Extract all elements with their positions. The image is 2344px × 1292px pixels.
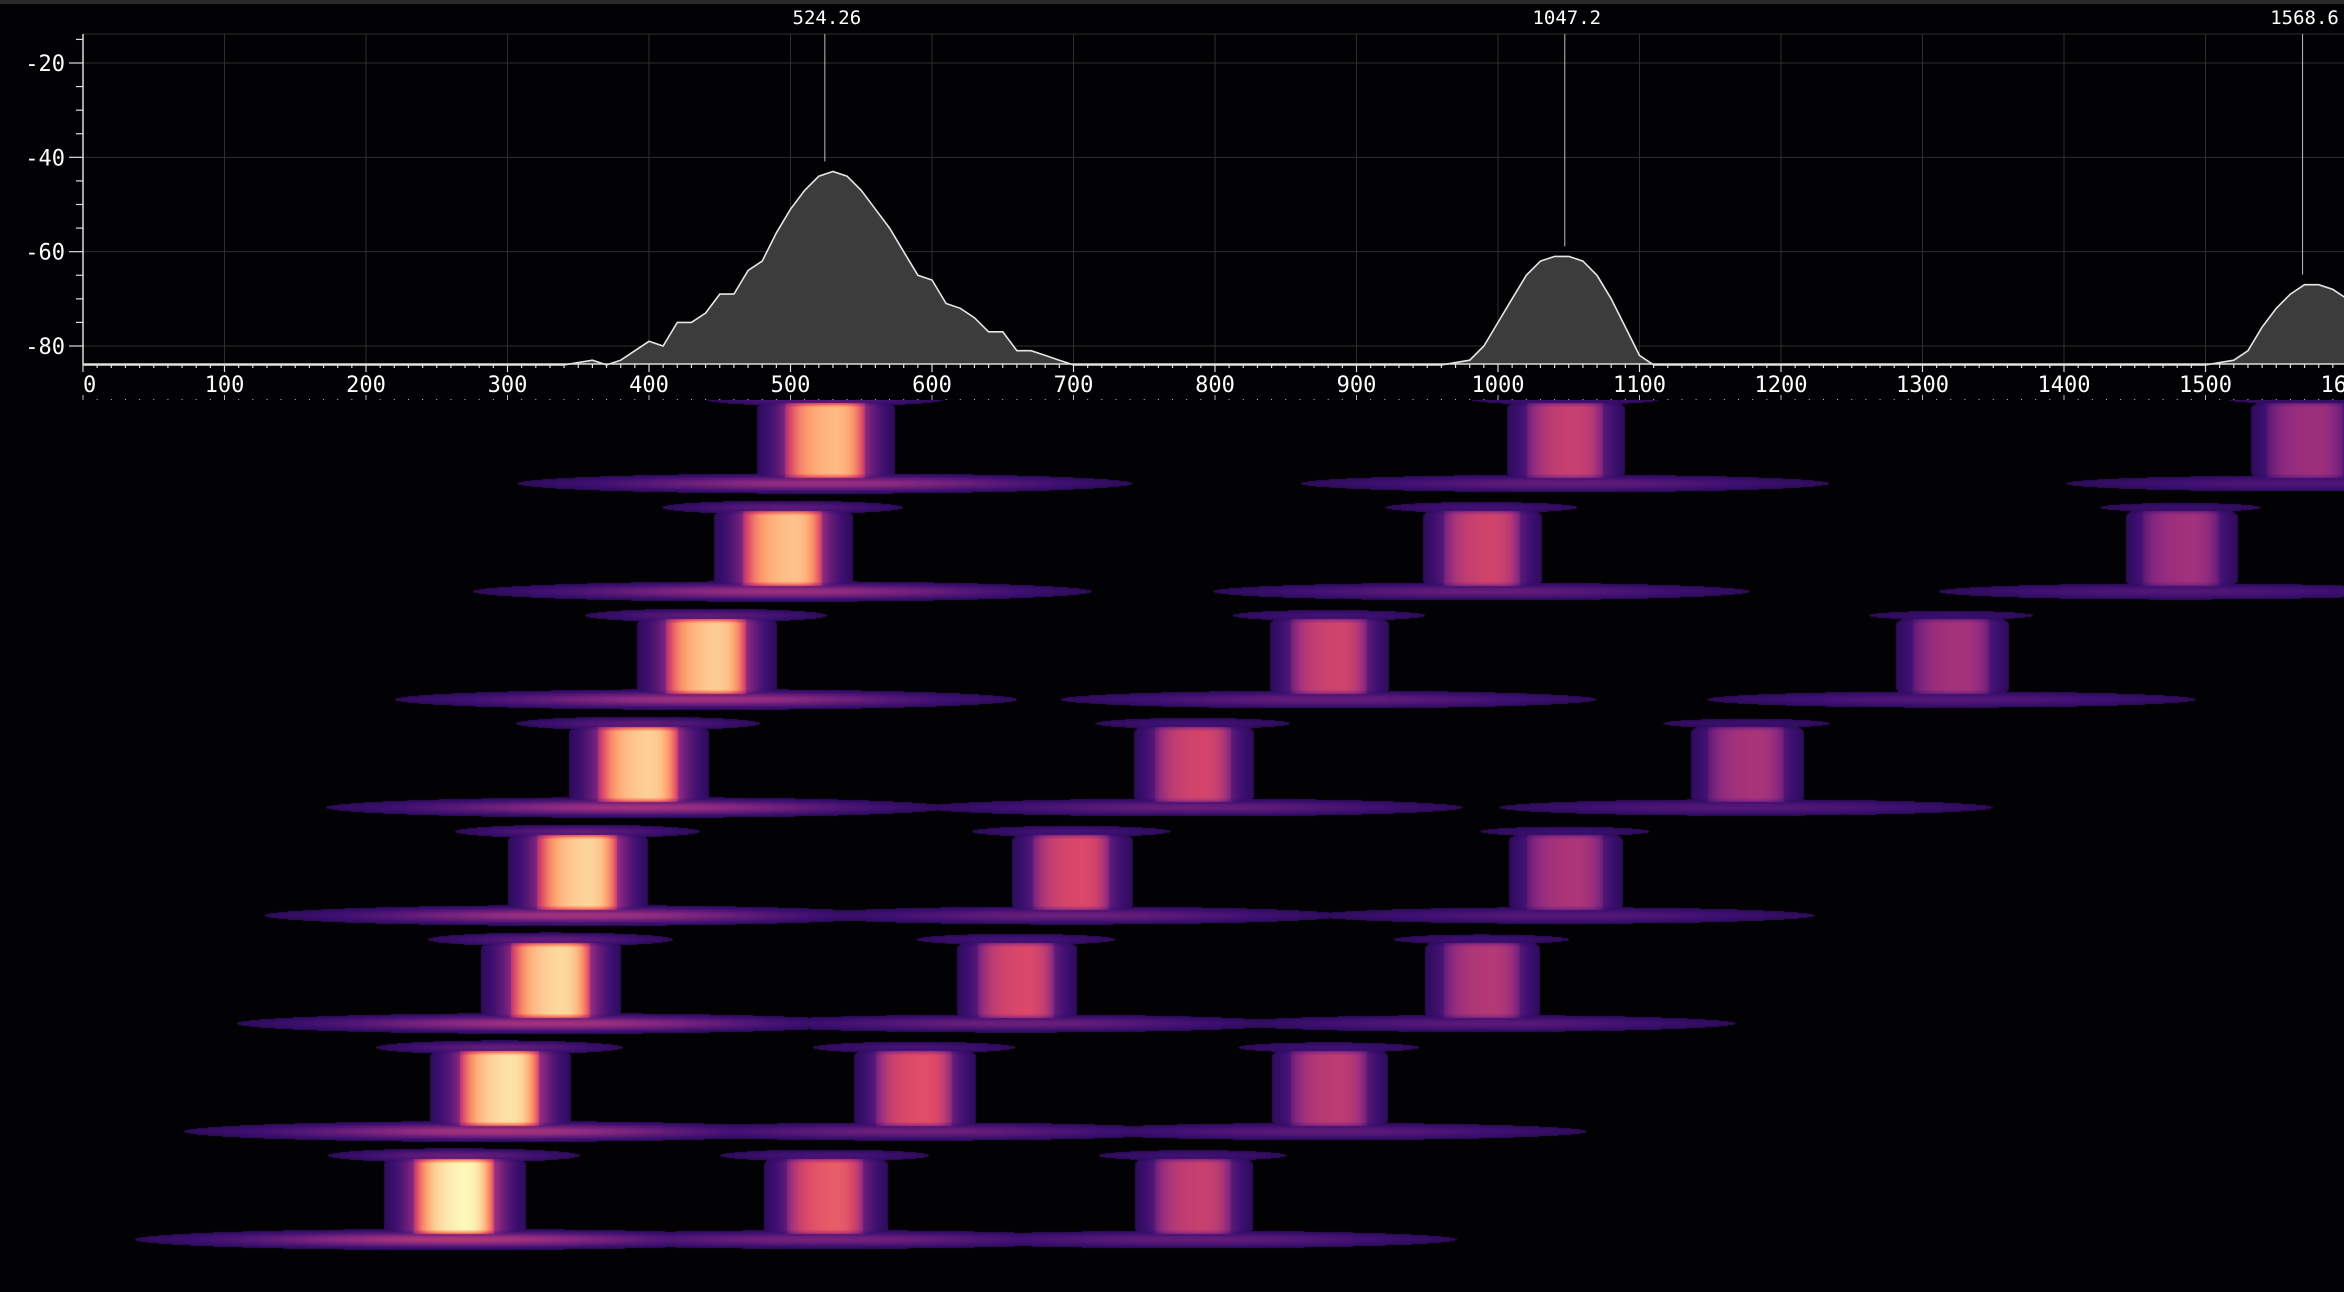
spectrum-chart: -20 -40 -60 -80 0 100 200 300 400 500 600 700 800 900… — [25, 7, 2344, 400]
y-tick-label: -60 — [25, 241, 65, 266]
peak-markers: 524.26 1047.2 1568.6 — [793, 7, 2339, 275]
x-tick-label: 1100 — [1613, 373, 1666, 398]
x-tick-label: 0 — [83, 373, 96, 398]
peak-label: 524.26 — [793, 7, 862, 29]
x-tick-label: 600 — [912, 373, 952, 398]
x-tick-label: 900 — [1337, 373, 1377, 398]
x-tick-label: 1600 — [2321, 373, 2344, 398]
axes: -20 -40 -60 -80 0 100 200 300 400 500 600 700 800 900… — [25, 34, 2344, 400]
x-tick-label: 300 — [488, 373, 528, 398]
x-tick-label: 200 — [346, 373, 386, 398]
x-tick-label: 400 — [629, 373, 669, 398]
y-tick-label: -80 — [25, 335, 65, 360]
x-tick-label: 700 — [1054, 373, 1094, 398]
spectrum-fill — [83, 171, 2344, 365]
spectrogram-heatmap — [0, 400, 2344, 1292]
peak-label: 1568.6 — [2270, 7, 2339, 29]
peak-label: 1047.2 — [1532, 7, 1601, 29]
x-tick-label: 1200 — [1755, 373, 1808, 398]
x-tick-label: 1400 — [2038, 373, 2091, 398]
y-tick-label: -40 — [25, 146, 65, 171]
x-tick-label: 800 — [1195, 373, 1235, 398]
grid — [82, 33, 2344, 364]
spectrum-area — [83, 170, 2344, 366]
x-tick-label: 1300 — [1896, 373, 1949, 398]
x-tick-label: 500 — [771, 373, 811, 398]
x-tick-label: 1000 — [1472, 373, 1525, 398]
x-tick-label: 100 — [205, 373, 245, 398]
y-tick-label: -20 — [25, 52, 65, 77]
x-tick-label: 1500 — [2179, 373, 2232, 398]
spectrum-line — [83, 170, 2344, 366]
